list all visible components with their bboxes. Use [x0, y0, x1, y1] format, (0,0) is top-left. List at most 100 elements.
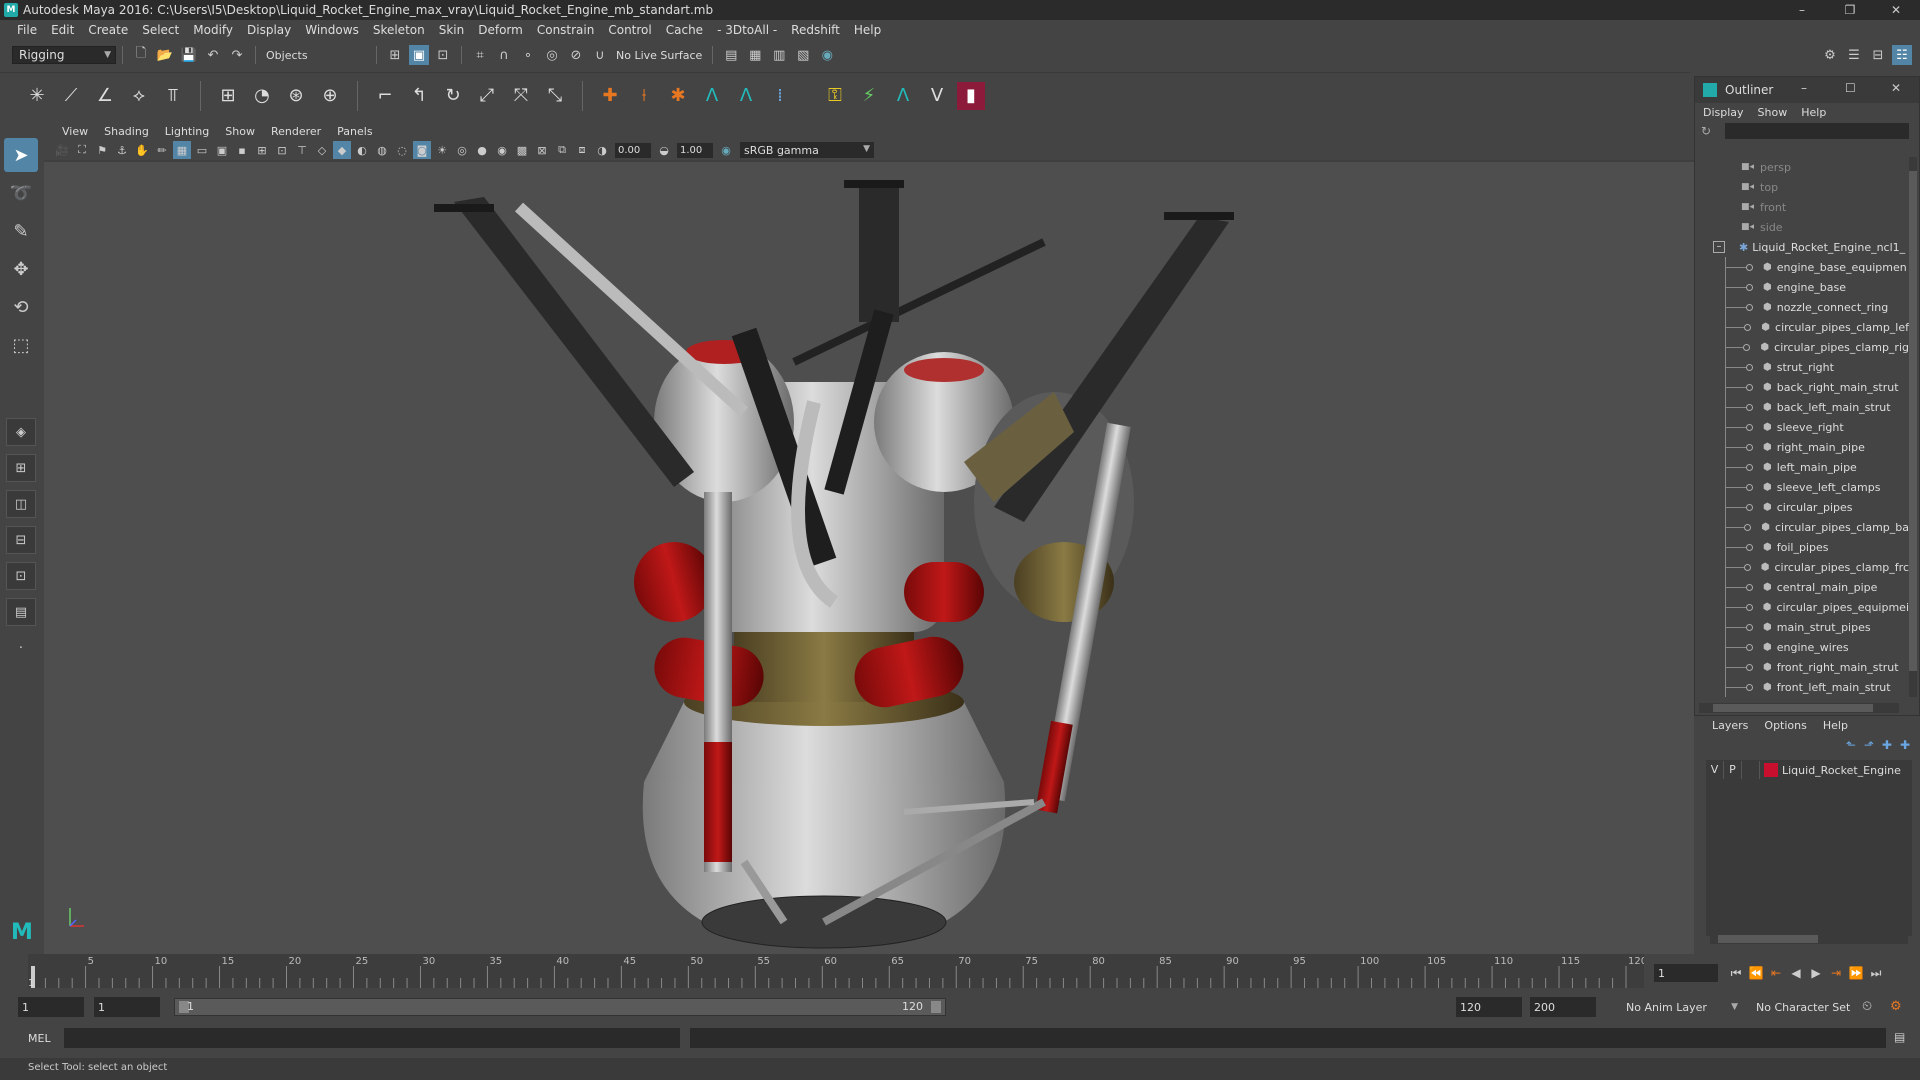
shadows-icon[interactable]: ◙	[413, 141, 431, 159]
wrap-icon[interactable]: ⊛	[282, 82, 310, 110]
vray-icon[interactable]: V	[923, 82, 951, 110]
outliner-item-child[interactable]: ⬢ back_left_main_strut	[1695, 397, 1909, 417]
xray-joints-icon[interactable]: ⧉	[553, 141, 571, 159]
select-object-icon[interactable]: ▣	[409, 45, 429, 65]
outliner-menu-help[interactable]: Help	[1801, 106, 1834, 119]
render-view-icon[interactable]: ▤	[721, 45, 741, 65]
undo-icon[interactable]: ↶	[203, 45, 223, 65]
playback-end-field[interactable]: 120	[1456, 997, 1522, 1017]
gamma-field[interactable]: 1.00	[677, 142, 713, 158]
aim-constraint-icon[interactable]: ↰	[405, 82, 433, 110]
outliner-item-child[interactable]: ⬢ circular_pipes_clamp_ba	[1695, 517, 1909, 537]
grease-pencil-icon[interactable]: ✏	[153, 141, 171, 159]
outliner-item-front[interactable]: ■◂ front	[1695, 197, 1909, 217]
scroll-thumb[interactable]	[1909, 171, 1917, 671]
refresh-icon[interactable]: ↻	[1701, 124, 1711, 138]
menu-redshift[interactable]: Redshift	[784, 23, 847, 37]
menu-windows[interactable]: Windows	[298, 23, 366, 37]
menu-display[interactable]: Display	[240, 23, 298, 37]
persp-viewport[interactable]: persp	[44, 162, 1694, 954]
scale-constraint-icon[interactable]: ⤢	[473, 82, 501, 110]
parent-constraint-icon[interactable]: ⤧	[507, 82, 535, 110]
snap-point-icon[interactable]: ∘	[518, 45, 538, 65]
film-gate-icon[interactable]: ▭	[193, 141, 211, 159]
menu-file[interactable]: File	[10, 23, 44, 37]
grid-icon[interactable]: ▦	[173, 141, 191, 159]
script-editor-icon[interactable]: ▤	[1894, 1030, 1910, 1046]
scroll-thumb[interactable]	[1713, 704, 1873, 712]
layer-menu-help[interactable]: Help	[1823, 719, 1848, 732]
menu-help[interactable]: Help	[847, 23, 888, 37]
extra-layout-icon[interactable]: ·	[6, 634, 36, 662]
lasso-tool-icon[interactable]: ➰	[4, 176, 38, 210]
image-plane-icon[interactable]: ⚓	[113, 141, 131, 159]
character-set-dropdown[interactable]: No Character Set	[1750, 997, 1870, 1017]
exposure-icon[interactable]: ◑	[593, 141, 611, 159]
menu-control[interactable]: Control	[601, 23, 658, 37]
outliner-minimize-button[interactable]: –	[1801, 81, 1807, 95]
snap-grid-icon[interactable]: ⌗	[470, 45, 490, 65]
view-transform-dropdown[interactable]: sRGB gamma ▼	[740, 142, 874, 158]
animation-preferences-icon[interactable]: ⚙	[1890, 999, 1902, 1014]
hypershade-icon[interactable]: ◉	[817, 45, 837, 65]
panel-menu-shading[interactable]: Shading	[96, 125, 157, 138]
collapse-icon[interactable]: –	[1713, 241, 1725, 253]
outliner-item-root[interactable]: – ✱ Liquid_Rocket_Engine_ncl1_	[1695, 237, 1909, 257]
hypershade-layout-icon[interactable]: ▤	[6, 598, 36, 626]
paint-select-icon[interactable]: ✎	[4, 214, 38, 248]
outliner-item-child[interactable]: ⬢ sleeve_left_clamps	[1695, 477, 1909, 497]
redo-icon[interactable]: ↷	[227, 45, 247, 65]
outliner-item-persp[interactable]: ■◂ persp	[1695, 157, 1909, 177]
outliner-item-child[interactable]: ⬢ engine_base	[1695, 277, 1909, 297]
layer-display-type-toggle[interactable]	[1742, 761, 1760, 779]
current-frame-field[interactable]: 1	[1654, 964, 1718, 982]
outliner-item-child[interactable]: ⬢ circular_pipes	[1695, 497, 1909, 517]
panel-menu-view[interactable]: View	[54, 125, 96, 138]
select-camera-icon[interactable]: 🎥	[53, 141, 71, 159]
outliner-item-child[interactable]: ⬢ circular_pipes_clamp_frc	[1695, 557, 1909, 577]
four-pane-layout-icon[interactable]: ⊞	[6, 454, 36, 482]
outliner-item-child[interactable]: ⬢ central_main_pipe	[1695, 577, 1909, 597]
selection-mode-label[interactable]: Objects	[266, 49, 366, 62]
smooth-shade-icon[interactable]: ◆	[333, 141, 351, 159]
magnet-icon[interactable]: ∪	[590, 45, 610, 65]
modeling-toolkit-icon[interactable]: ⚙	[1820, 45, 1840, 65]
xray-components-icon[interactable]: ⧈	[573, 141, 591, 159]
select-tool-icon[interactable]: ➤	[4, 138, 38, 172]
go-to-start-icon[interactable]: ⏮	[1726, 964, 1746, 982]
move-tool-icon[interactable]: ✥	[4, 252, 38, 286]
outliner-maximize-button[interactable]: ☐	[1845, 81, 1856, 95]
menu-create[interactable]: Create	[81, 23, 135, 37]
graph-persp-layout-icon[interactable]: ⊡	[6, 562, 36, 590]
menu-select[interactable]: Select	[135, 23, 186, 37]
outliner-item-child[interactable]: ⬢ sleeve_right	[1695, 417, 1909, 437]
point-constraint-icon[interactable]: ⌐	[371, 82, 399, 110]
wireframe-icon[interactable]: ◇	[313, 141, 331, 159]
command-input[interactable]	[64, 1028, 680, 1048]
layer-menu-options[interactable]: Options	[1764, 719, 1806, 732]
menu-cache[interactable]: Cache	[659, 23, 710, 37]
outliner-item-child[interactable]: ⬢ circular_pipes_clamp_rig	[1695, 337, 1909, 357]
outliner-item-top[interactable]: ■◂ top	[1695, 177, 1909, 197]
anim-layer-dropdown[interactable]: No Anim Layer ▼	[1620, 997, 1740, 1017]
outliner-search-input[interactable]	[1725, 123, 1910, 139]
layer-row[interactable]: V P Liquid_Rocket_Engine	[1706, 760, 1912, 780]
outliner-persp-layout-icon[interactable]: ⊟	[6, 526, 36, 554]
ipr-render-icon[interactable]: ▥	[769, 45, 789, 65]
range-bar[interactable]: 1 120	[174, 998, 946, 1016]
move-layer-up-icon[interactable]: ⬑	[1846, 738, 1856, 752]
scroll-thumb[interactable]	[1718, 935, 1818, 943]
safe-title-icon[interactable]: ⊤	[293, 141, 311, 159]
graph-editor-icon[interactable]: ⁞	[766, 82, 794, 110]
auto-key-icon[interactable]: ⏲	[1862, 999, 1872, 1014]
open-scene-icon[interactable]: 📂	[155, 45, 175, 65]
ambient-occlusion-icon[interactable]: ☀	[433, 141, 451, 159]
two-d-pan-icon[interactable]: ✋	[133, 141, 151, 159]
tool-settings-icon[interactable]: ⊟	[1868, 45, 1888, 65]
play-forward-icon[interactable]: ▶	[1806, 964, 1826, 982]
bookmark-icon[interactable]: ⚑	[93, 141, 111, 159]
set-key-icon[interactable]: ⚿	[821, 82, 849, 110]
step-forward-key-icon[interactable]: ⏩	[1846, 964, 1866, 982]
panel-menu-lighting[interactable]: Lighting	[157, 125, 217, 138]
scale-tool-icon[interactable]: ⬚	[4, 328, 38, 362]
